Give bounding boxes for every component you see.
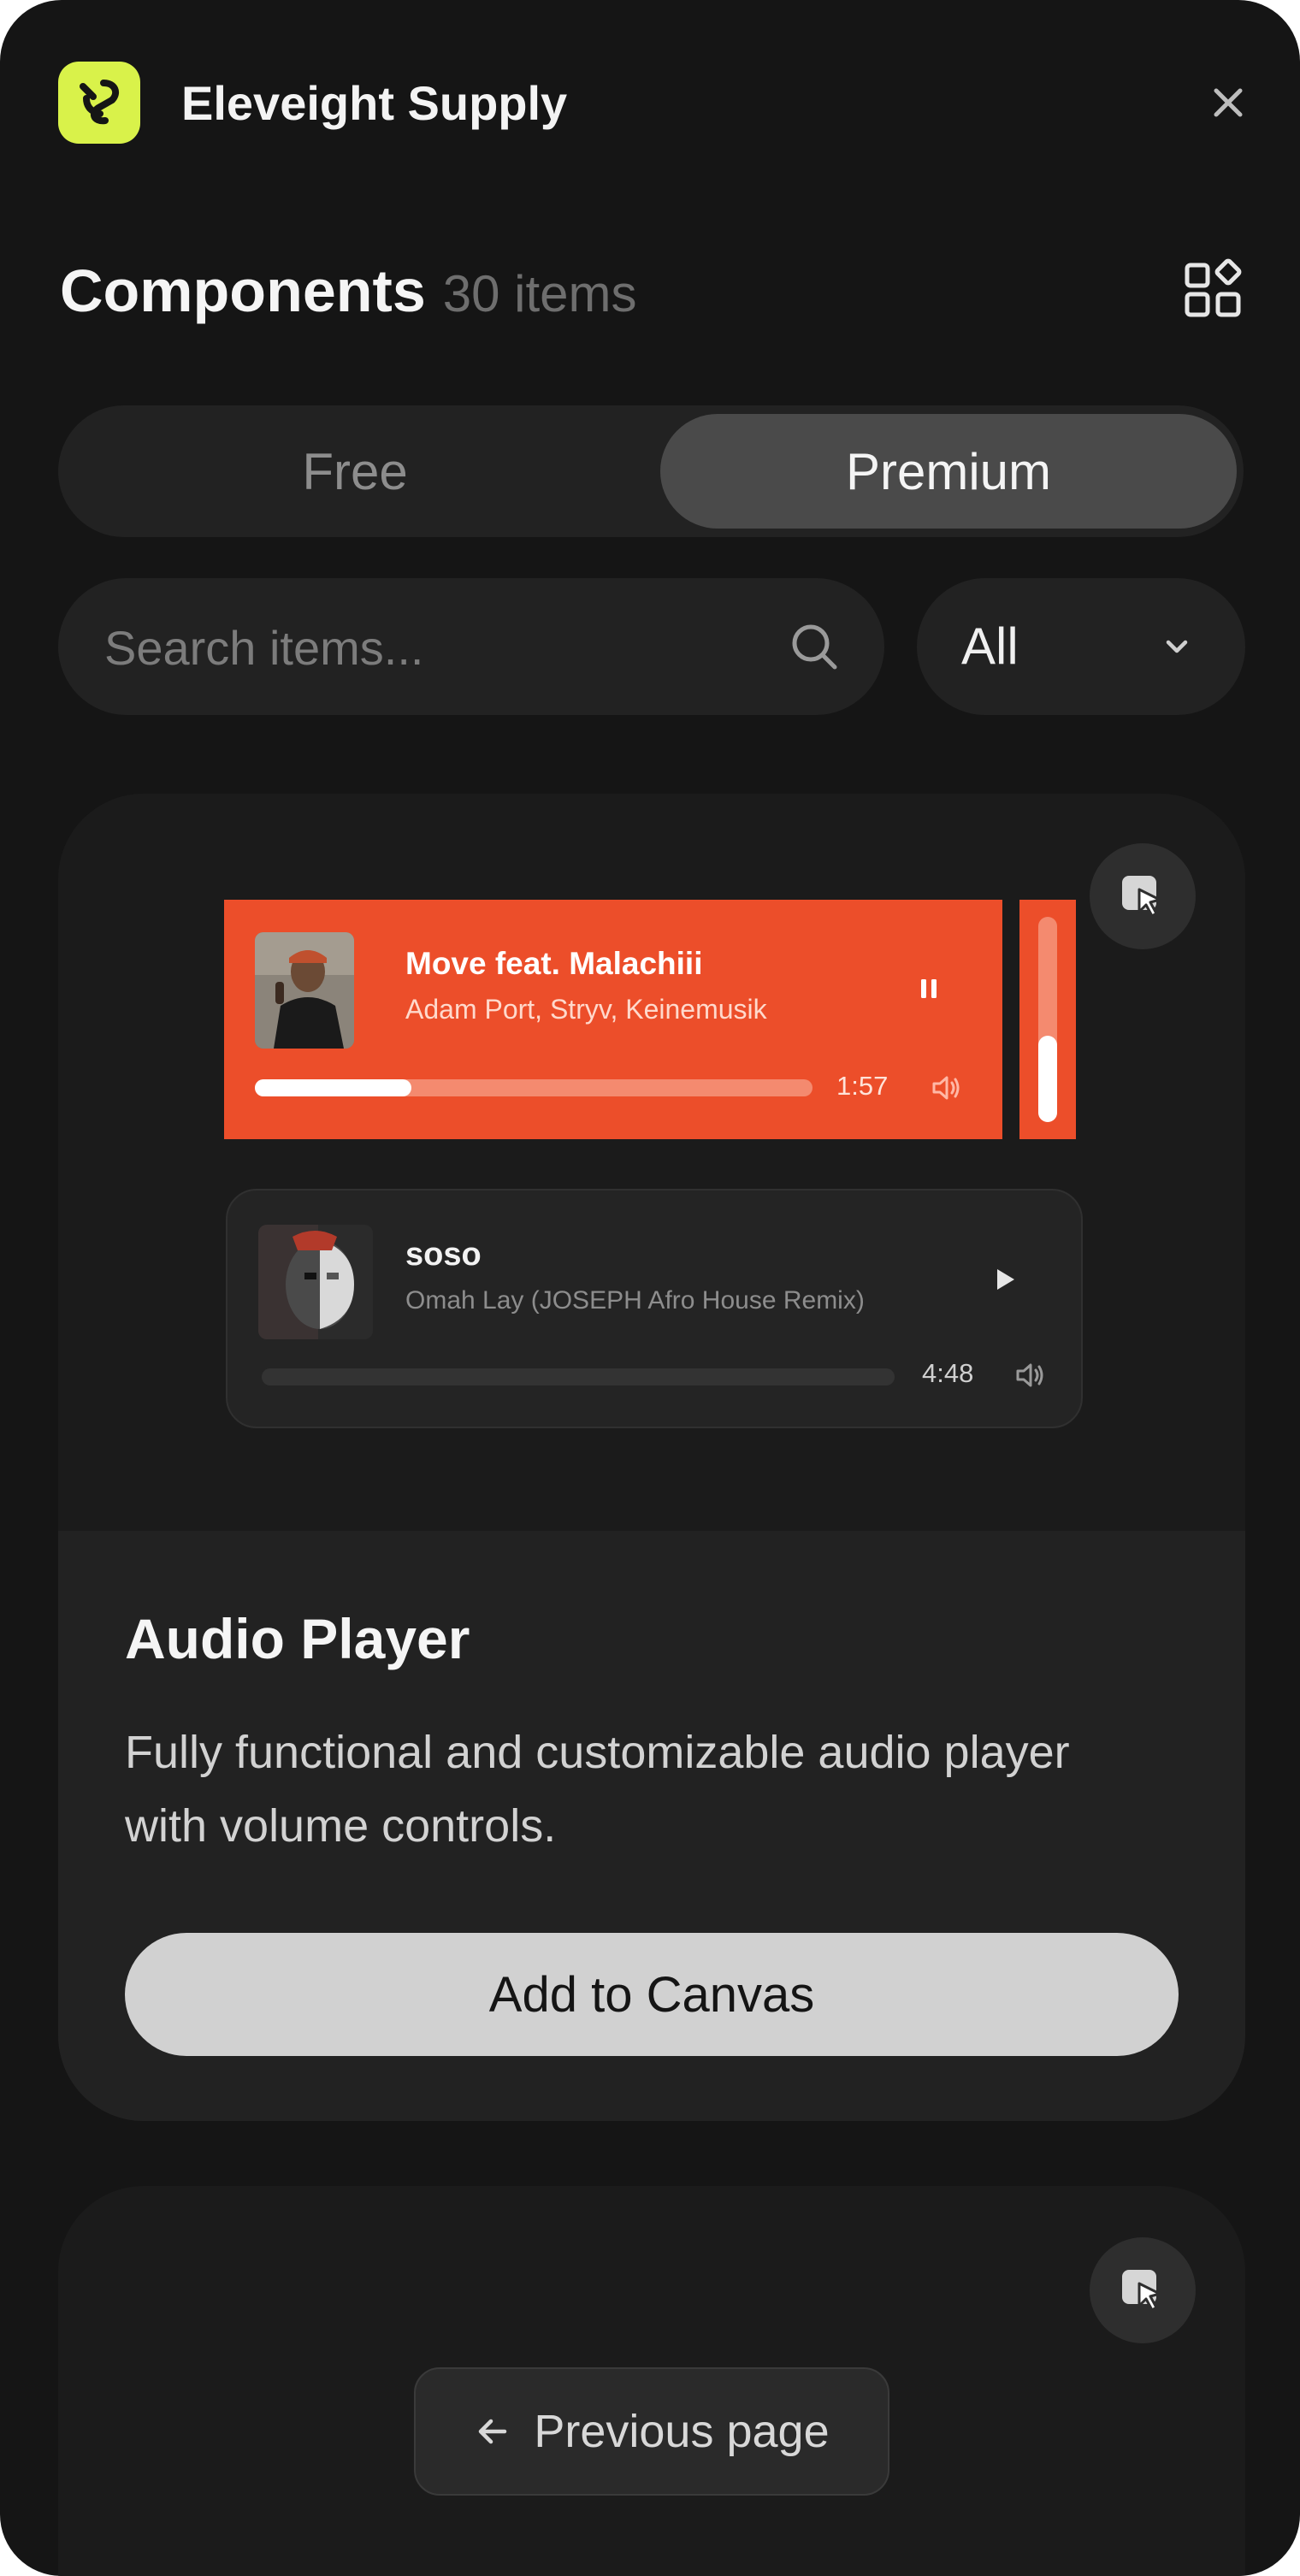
progress-bar[interactable]: [255, 1079, 812, 1096]
add-to-canvas-button[interactable]: Add to Canvas: [125, 1933, 1179, 2056]
tab-free[interactable]: Free: [67, 414, 643, 529]
progress-fill: [255, 1079, 411, 1096]
search-input[interactable]: [103, 578, 790, 717]
component-panel: Eleveight Supply Components 30 items Free…: [0, 0, 1300, 2576]
play-icon[interactable]: [984, 1259, 1025, 1300]
app-logo-icon: [58, 62, 140, 144]
search-icon: [792, 624, 837, 670]
progress-bar[interactable]: [262, 1368, 895, 1385]
previous-page-label: Previous page: [534, 2406, 830, 2457]
audio-player-primary: Move feat. Malachiii Adam Port, Stryv, K…: [224, 900, 1002, 1139]
search-box: [58, 578, 884, 717]
album-cover: [255, 932, 354, 1049]
category-select[interactable]: All: [917, 578, 1245, 715]
section-title: Components 30 items: [60, 257, 637, 328]
previous-page-button[interactable]: Previous page: [414, 2367, 889, 2496]
cursor-select-icon[interactable]: [1090, 843, 1196, 949]
volume-slider[interactable]: [1019, 900, 1076, 1139]
album-cover: [258, 1225, 373, 1339]
tier-toggle: Free Premium: [58, 405, 1244, 537]
item-count: 30 items: [442, 265, 637, 322]
tab-premium[interactable]: Premium: [660, 414, 1237, 529]
track-time: 1:57: [836, 1071, 889, 1101]
component-card: Move feat. Malachiii Adam Port, Stryv, K…: [58, 794, 1245, 2121]
volume-fill: [1038, 1036, 1057, 1122]
section-title-text: Components: [60, 257, 426, 324]
track-artist: Omah Lay (JOSEPH Afro House Remix): [405, 1286, 865, 1315]
grid-view-icon[interactable]: [1179, 255, 1250, 323]
track-time: 4:48: [922, 1358, 974, 1388]
chevron-down-icon: [1166, 640, 1188, 653]
close-icon[interactable]: [1204, 79, 1252, 127]
audio-player-secondary: soso Omah Lay (JOSEPH Afro House Remix) …: [226, 1189, 1083, 1428]
card-preview: Move feat. Malachiii Adam Port, Stryv, K…: [58, 794, 1245, 1531]
category-select-value: All: [961, 617, 1019, 675]
cursor-select-icon[interactable]: [1090, 2237, 1196, 2343]
volume-icon[interactable]: [1011, 1356, 1049, 1394]
volume-icon[interactable]: [927, 1069, 965, 1107]
track-title: Move feat. Malachiii: [405, 946, 703, 981]
track-title: soso: [405, 1237, 482, 1273]
pause-icon[interactable]: [908, 968, 949, 1009]
app-title: Eleveight Supply: [181, 76, 568, 130]
card-title: Audio Player: [125, 1607, 470, 1670]
track-artist: Adam Port, Stryv, Keinemusik: [405, 994, 767, 1025]
card-description: Fully functional and customizable audio …: [125, 1727, 1070, 1852]
arrow-left-icon: [474, 2413, 511, 2450]
